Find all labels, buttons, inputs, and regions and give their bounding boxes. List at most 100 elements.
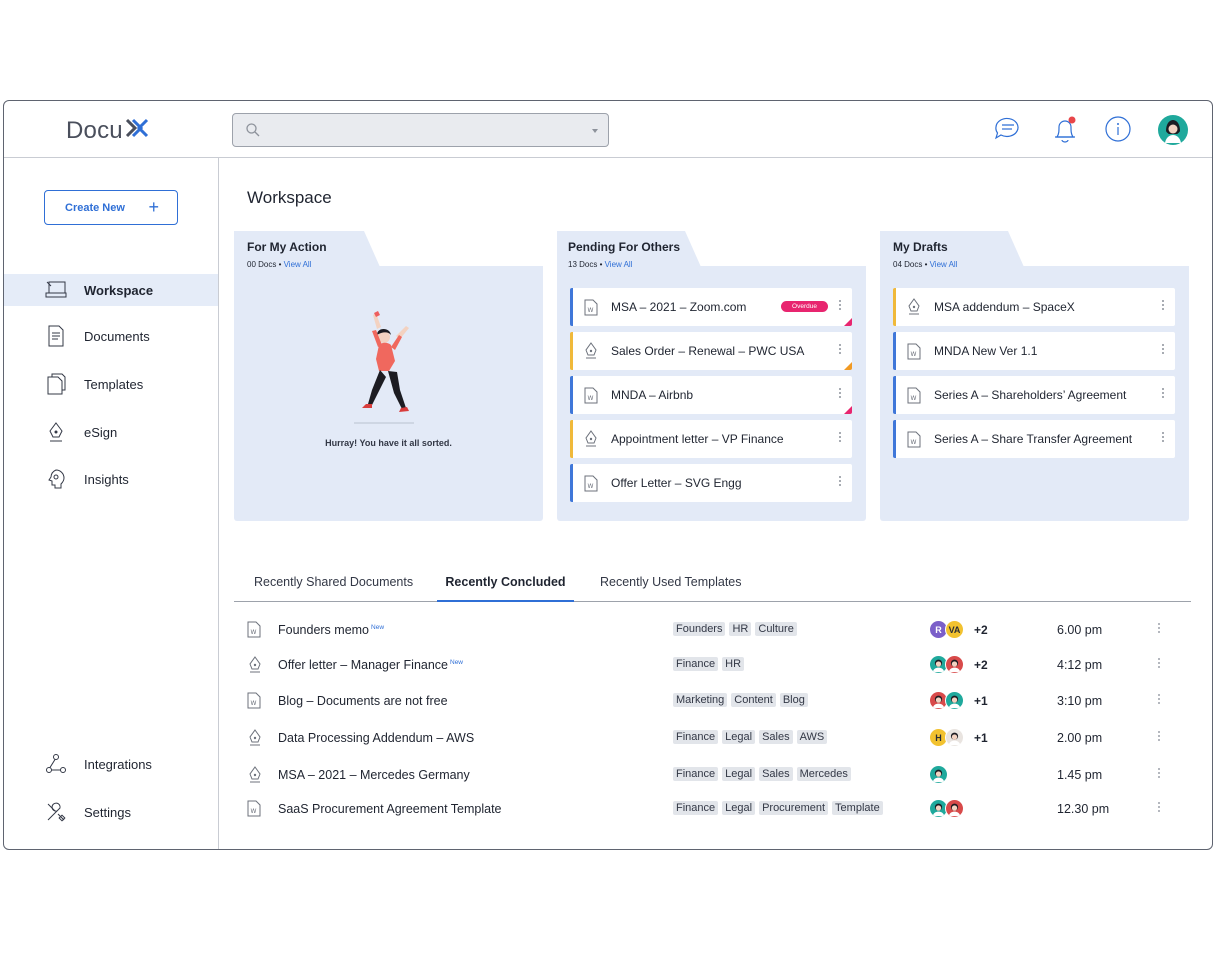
- row-name[interactable]: Offer letter – Manager Finance New: [278, 658, 463, 672]
- tab-recently-used-templates[interactable]: Recently Used Templates: [600, 575, 742, 602]
- table-row[interactable]: W SaaS Procurement Agreement Template Fi…: [234, 792, 1191, 826]
- user-avatar[interactable]: [1158, 115, 1188, 150]
- tag[interactable]: Sales: [759, 767, 793, 781]
- avatar-group[interactable]: H: [929, 728, 964, 747]
- tab-recently-shared[interactable]: Recently Shared Documents: [254, 575, 413, 602]
- more-options-icon[interactable]: [839, 300, 842, 310]
- panel-tab-edge: [685, 231, 701, 267]
- tag[interactable]: Template: [832, 801, 883, 815]
- tag[interactable]: HR: [729, 622, 752, 636]
- tag[interactable]: Legal: [722, 730, 756, 744]
- doc-name: MSA – 2021 – Zoom.com: [611, 300, 747, 314]
- avatar-group[interactable]: [929, 691, 964, 710]
- doc-card[interactable]: W Offer Letter – SVG Engg: [570, 464, 852, 502]
- avatar-group[interactable]: R VA: [929, 620, 964, 639]
- templates-icon: [45, 373, 67, 395]
- table-row[interactable]: Offer letter – Manager Finance New Financ…: [234, 648, 1191, 682]
- tag[interactable]: Finance: [673, 730, 719, 744]
- sidebar: Create New + Workspace Documents Templat…: [4, 158, 219, 849]
- dropdown-caret-icon[interactable]: [592, 129, 598, 133]
- sidebar-item-templates[interactable]: Templates: [4, 368, 218, 400]
- tag[interactable]: Content: [731, 693, 776, 707]
- more-options-icon[interactable]: [1162, 432, 1165, 442]
- row-name[interactable]: Blog – Documents are not free: [278, 694, 448, 708]
- doc-card[interactable]: MSA addendum – SpaceX: [893, 288, 1175, 326]
- tag[interactable]: Culture: [755, 622, 797, 636]
- chat-icon[interactable]: [992, 115, 1024, 150]
- sidebar-item-integrations[interactable]: Integrations: [4, 748, 218, 780]
- avatar-group[interactable]: [929, 655, 964, 674]
- doc-card[interactable]: Sales Order – Renewal – PWC USA: [570, 332, 852, 370]
- row-name[interactable]: SaaS Procurement Agreement Template: [278, 802, 502, 816]
- tag[interactable]: Blog: [779, 693, 808, 707]
- more-options-icon[interactable]: [1158, 658, 1160, 668]
- tag[interactable]: Marketing: [673, 693, 728, 707]
- tag[interactable]: Sales: [759, 730, 793, 744]
- doc-name: MSA addendum – SpaceX: [934, 300, 1075, 314]
- view-all-link[interactable]: View All: [930, 260, 958, 269]
- doc-card[interactable]: Appointment letter – VP Finance: [570, 420, 852, 458]
- tag[interactable]: Finance: [673, 657, 719, 671]
- table-row[interactable]: MSA – 2021 – Mercedes Germany Finance Le…: [234, 758, 1191, 792]
- sidebar-item-settings[interactable]: Settings: [4, 796, 218, 828]
- table-row[interactable]: W Blog – Documents are not free Marketin…: [234, 684, 1191, 718]
- sidebar-item-workspace[interactable]: Workspace: [4, 274, 218, 306]
- sidebar-item-esign[interactable]: eSign: [4, 416, 218, 448]
- doc-card[interactable]: W MNDA New Ver 1.1: [893, 332, 1175, 370]
- table-row[interactable]: W Founders memo New Founders HR Culture R…: [234, 613, 1191, 647]
- doc-card[interactable]: W MSA – 2021 – Zoom.com Overdue: [570, 288, 852, 326]
- tag[interactable]: Legal: [722, 767, 756, 781]
- more-options-icon[interactable]: [1162, 388, 1165, 398]
- avatar-group[interactable]: [929, 799, 964, 818]
- more-options-icon[interactable]: [1158, 802, 1160, 812]
- more-options-icon[interactable]: [1158, 623, 1160, 633]
- info-icon[interactable]: [1104, 115, 1132, 148]
- more-options-icon[interactable]: [839, 344, 842, 354]
- tag[interactable]: Mercedes: [796, 767, 851, 781]
- word-doc-icon: W: [906, 430, 922, 448]
- sidebar-item-label: Documents: [84, 328, 150, 344]
- more-options-icon[interactable]: [1158, 694, 1160, 704]
- doc-card[interactable]: W MNDA – Airbnb: [570, 376, 852, 414]
- view-all-link[interactable]: View All: [605, 260, 633, 269]
- doc-card[interactable]: W Series A – Share Transfer Agreement: [893, 420, 1175, 458]
- tag[interactable]: Procurement: [759, 801, 829, 815]
- row-name[interactable]: MSA – 2021 – Mercedes Germany: [278, 768, 470, 782]
- doc-card[interactable]: W Series A – Shareholders’ Agreement: [893, 376, 1175, 414]
- doc-count: 04 Docs: [893, 260, 923, 269]
- view-all-link[interactable]: View All: [284, 260, 312, 269]
- tag[interactable]: AWS: [796, 730, 828, 744]
- more-options-icon[interactable]: [1158, 768, 1160, 778]
- tag[interactable]: Finance: [673, 767, 719, 781]
- more-options-icon[interactable]: [839, 432, 842, 442]
- word-doc-icon: W: [247, 800, 261, 822]
- tag[interactable]: Founders: [673, 622, 726, 636]
- row-name[interactable]: Data Processing Addendum – AWS: [278, 731, 474, 745]
- sidebar-item-documents[interactable]: Documents: [4, 320, 218, 352]
- svg-text:W: W: [588, 307, 594, 314]
- svg-text:W: W: [911, 439, 917, 446]
- create-new-button[interactable]: Create New +: [44, 190, 178, 225]
- row-name[interactable]: Founders memo New: [278, 623, 384, 637]
- doc-name: Appointment letter – VP Finance: [611, 432, 784, 446]
- app-logo[interactable]: Docu: [66, 117, 149, 145]
- search-input[interactable]: [232, 113, 609, 147]
- svg-text:W: W: [588, 395, 594, 402]
- more-options-icon[interactable]: [839, 476, 842, 486]
- more-options-icon[interactable]: [1158, 731, 1160, 741]
- table-row[interactable]: Data Processing Addendum – AWS Finance L…: [234, 721, 1191, 755]
- avatar-group[interactable]: [929, 765, 948, 784]
- tab-recently-concluded[interactable]: Recently Concluded: [437, 575, 574, 602]
- tag[interactable]: Legal: [722, 801, 756, 815]
- tag[interactable]: HR: [722, 657, 745, 671]
- word-doc-icon: W: [247, 692, 261, 714]
- more-options-icon[interactable]: [839, 388, 842, 398]
- more-options-icon[interactable]: [1162, 344, 1165, 354]
- page-title: Workspace: [247, 188, 332, 207]
- tag[interactable]: Finance: [673, 801, 719, 815]
- more-options-icon[interactable]: [1162, 300, 1165, 310]
- sidebar-item-insights[interactable]: Insights: [4, 463, 218, 495]
- svg-text:W: W: [911, 395, 917, 402]
- status-corner: [844, 362, 852, 370]
- bell-icon[interactable]: [1050, 115, 1080, 150]
